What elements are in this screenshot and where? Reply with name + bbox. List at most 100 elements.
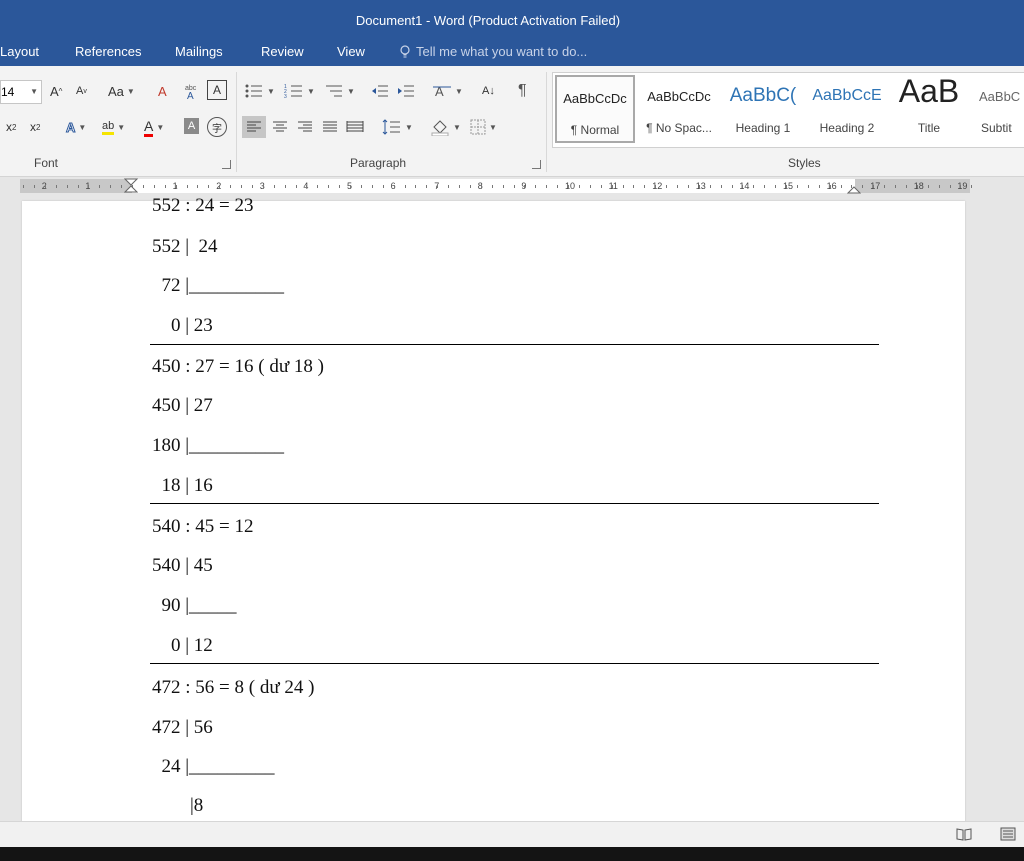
highlight-button[interactable]: ab ▼ — [102, 116, 125, 138]
document-area[interactable]: 552 : 24 = 23 552 | 24 72 |__________ 0 … — [0, 195, 1024, 821]
ruler-tick — [938, 185, 940, 188]
enclose-characters-button[interactable]: 字 — [207, 117, 227, 137]
document-line[interactable]: 24 |_________ — [152, 756, 275, 778]
phonetic-guide-button[interactable]: abc A — [183, 80, 201, 102]
grow-font-label: A — [50, 83, 59, 99]
shrink-font-button[interactable]: Av — [76, 80, 87, 102]
ruler-tick — [328, 185, 330, 188]
shrink-font-label: A — [76, 85, 84, 97]
line-spacing-icon — [382, 119, 400, 135]
document-line[interactable]: 180 |__________ — [152, 435, 284, 457]
character-shading-button[interactable]: A — [184, 118, 199, 134]
justify-icon — [323, 121, 337, 132]
ruler-tick — [687, 185, 689, 188]
paragraph-dialog-launcher[interactable] — [532, 160, 541, 169]
text-effects-button[interactable]: A ▼ — [65, 116, 86, 138]
ruler-number: 13 — [695, 181, 706, 191]
tab-references[interactable]: References — [75, 44, 141, 59]
document-line[interactable]: 18 | 16 — [152, 475, 213, 497]
multilevel-list-button[interactable]: ▼ — [324, 80, 355, 102]
style-name: Title — [917, 121, 941, 135]
document-line[interactable]: 90 |_____ — [152, 595, 237, 617]
group-divider — [236, 72, 237, 172]
document-line[interactable]: 552 : 24 = 23 — [152, 195, 254, 217]
document-line[interactable]: 472 | 56 — [152, 717, 213, 739]
right-indent-marker-icon[interactable] — [847, 182, 861, 194]
ruler-tick — [818, 185, 820, 188]
title-bar: Document1 - Word (Product Activation Fai… — [0, 0, 1024, 38]
change-case-label: Aa — [108, 83, 124, 99]
align-right-button[interactable] — [295, 116, 315, 138]
grow-font-button[interactable]: A ^ — [50, 80, 62, 102]
style-heading-1[interactable]: AaBbC( Heading 1 — [723, 75, 803, 143]
ruler-tick — [546, 185, 548, 188]
print-layout-icon[interactable] — [1000, 827, 1016, 841]
document-line[interactable]: 552 | 24 — [152, 236, 218, 258]
font-color-button[interactable]: A ▼ — [144, 116, 164, 138]
document-line[interactable]: 0 | 12 — [152, 635, 213, 657]
justify-button[interactable] — [320, 116, 340, 138]
document-line[interactable]: 450 : 27 = 16 ( dư 18 ) — [152, 356, 324, 378]
page[interactable]: 552 : 24 = 23 552 | 24 72 |__________ 0 … — [22, 195, 965, 821]
ribbon-tab-bar: Layout References Mailings Review View T… — [0, 38, 1024, 66]
bullets-button[interactable]: ▼ — [244, 80, 275, 102]
align-left-button[interactable] — [242, 116, 266, 138]
increase-indent-button[interactable] — [396, 80, 416, 102]
borders-button[interactable]: ▼ — [470, 116, 497, 138]
ruler-tick — [655, 185, 657, 188]
character-shading-label: A — [187, 120, 196, 132]
numbering-button[interactable]: 1 2 3 ▼ — [284, 80, 315, 102]
ruler-tick — [459, 185, 460, 188]
show-formatting-button[interactable]: ¶ — [518, 80, 527, 102]
tell-me-box[interactable]: Tell me what you want to do... — [400, 44, 587, 59]
ruler-tick — [142, 185, 144, 188]
font-group-label: Font — [34, 156, 59, 170]
document-line[interactable]: 72 |__________ — [152, 275, 285, 297]
style-subtitle[interactable]: AaBbC Subtit — [971, 75, 1024, 143]
shading-button[interactable]: ▼ — [430, 116, 461, 138]
line-spacing-button[interactable]: ▼ — [382, 116, 413, 138]
document-line[interactable]: 472 : 56 = 8 ( dư 24 ) — [152, 677, 314, 699]
document-line[interactable]: 540 | 45 — [152, 555, 213, 577]
document-line[interactable]: 0 | 23 — [152, 315, 213, 337]
asian-layout-button[interactable]: A ▼ — [432, 80, 463, 102]
document-line[interactable]: |8 — [152, 795, 203, 817]
ruler-number: 12 — [652, 181, 663, 191]
indent-marker-icon[interactable] — [124, 178, 138, 194]
align-left-icon — [247, 121, 261, 132]
sort-button[interactable]: A↓ — [482, 80, 495, 102]
ruler-tick — [404, 185, 406, 188]
ruler-number: 10 — [565, 181, 576, 191]
ruler-tick — [568, 185, 569, 188]
document-line[interactable]: 450 | 27 — [152, 395, 213, 417]
style-no-spacing[interactable]: AaBbCcDc ¶ No Spac... — [639, 75, 719, 143]
style-title[interactable]: AaB Title — [889, 75, 969, 143]
character-border-button[interactable]: A — [207, 80, 227, 100]
svg-text:A: A — [435, 84, 444, 99]
align-center-button[interactable] — [270, 116, 290, 138]
horizontal-ruler[interactable]: 2112345678910111213141516171819 — [0, 177, 1024, 195]
font-dialog-launcher[interactable] — [222, 160, 231, 169]
clear-formatting-button[interactable]: A — [158, 80, 167, 102]
tab-layout[interactable]: Layout — [0, 44, 39, 59]
ruler-tick — [121, 185, 123, 188]
change-case-button[interactable]: Aa ▼ — [108, 80, 135, 102]
ruler-tick — [23, 185, 24, 188]
ruler-strip: 2112345678910111213141516171819 — [20, 178, 973, 194]
style-heading-2[interactable]: AaBbCcE Heading 2 — [807, 75, 887, 143]
font-size-box[interactable]: 14 ▼ — [0, 80, 42, 104]
superscript-button[interactable]: x2 — [30, 116, 40, 138]
distributed-button[interactable] — [345, 116, 365, 138]
document-line[interactable]: 540 : 45 = 12 — [152, 516, 254, 538]
tab-mailings[interactable]: Mailings — [175, 44, 223, 59]
ruler-tick — [371, 185, 373, 188]
style-normal[interactable]: AaBbCcDc ¶ Normal — [555, 75, 635, 143]
read-mode-icon[interactable] — [956, 827, 972, 841]
tab-view[interactable]: View — [337, 44, 365, 59]
decrease-indent-button[interactable] — [370, 80, 390, 102]
ruler-tick — [230, 185, 232, 188]
ruler-tick — [186, 185, 188, 188]
ruler-number: 18 — [913, 181, 924, 191]
subscript-button[interactable]: x2 — [6, 116, 16, 138]
tab-review[interactable]: Review — [261, 44, 304, 59]
